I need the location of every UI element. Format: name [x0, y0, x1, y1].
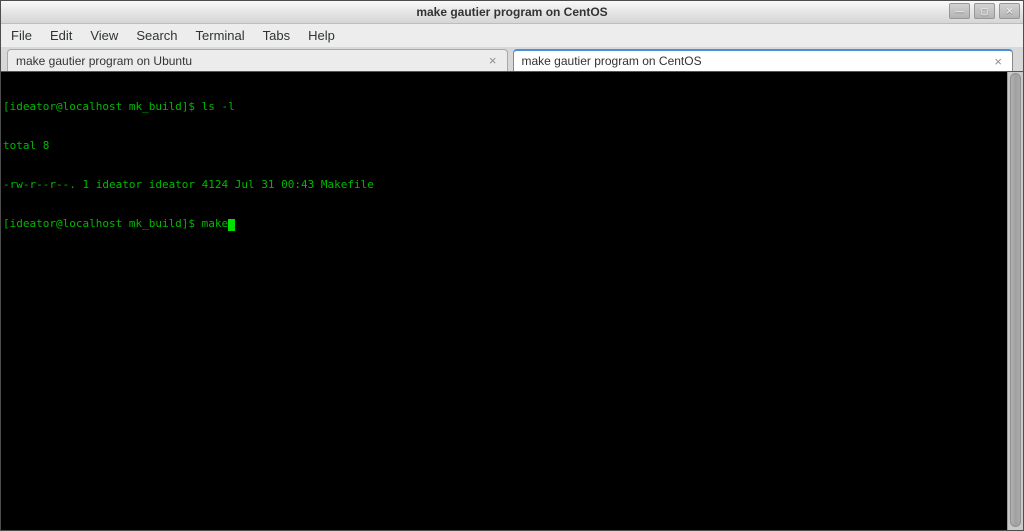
title-bar: make gautier program on CentOS — ▢ ✕ — [1, 1, 1023, 24]
close-icon: ✕ — [1005, 5, 1014, 16]
terminal-line: total 8 — [3, 139, 50, 152]
terminal-line: -rw-r--r--. 1 ideator ideator 4124 Jul 3… — [3, 178, 374, 191]
terminal-cursor — [228, 219, 236, 231]
menu-file[interactable]: File — [2, 25, 41, 46]
terminal-prompt-line: [ideator@localhost mk_build]$ make — [3, 217, 229, 230]
minimize-icon: — — [955, 5, 964, 16]
terminal-line: [ideator@localhost mk_build]$ make — [3, 217, 1005, 231]
terminal-screen[interactable]: [ideator@localhost mk_build]$ ls -l tota… — [1, 71, 1023, 530]
tab-ubuntu[interactable]: make gautier program on Ubuntu × — [7, 49, 508, 71]
maximize-icon: ▢ — [980, 5, 989, 16]
menu-terminal[interactable]: Terminal — [187, 25, 254, 46]
tab-ubuntu-label: make gautier program on Ubuntu — [16, 53, 193, 68]
menu-search[interactable]: Search — [127, 25, 186, 46]
tab-centos-close-icon[interactable]: × — [992, 55, 1004, 68]
minimize-button[interactable]: — — [949, 3, 970, 19]
terminal-output: [ideator@localhost mk_build]$ ls -l tota… — [3, 74, 1005, 256]
tab-ubuntu-close-icon[interactable]: × — [487, 54, 499, 67]
tab-centos-label: make gautier program on CentOS — [521, 54, 702, 68]
tab-bar: make gautier program on Ubuntu × make ga… — [1, 47, 1023, 71]
close-button[interactable]: ✕ — [999, 3, 1020, 19]
menu-view[interactable]: View — [81, 25, 127, 46]
menu-bar: File Edit View Search Terminal Tabs Help — [1, 24, 1023, 47]
window-title: make gautier program on CentOS — [416, 5, 608, 19]
terminal-scrollbar[interactable] — [1007, 72, 1023, 530]
menu-tabs[interactable]: Tabs — [254, 25, 299, 46]
maximize-button[interactable]: ▢ — [974, 3, 995, 19]
scrollbar-thumb[interactable] — [1010, 73, 1021, 527]
menu-edit[interactable]: Edit — [41, 25, 81, 46]
terminal-window: make gautier program on CentOS — ▢ ✕ Fil… — [0, 0, 1024, 531]
terminal-line: [ideator@localhost mk_build]$ ls -l — [3, 100, 235, 113]
window-controls: — ▢ ✕ — [949, 3, 1020, 19]
tab-centos[interactable]: make gautier program on CentOS × — [512, 49, 1013, 71]
menu-help[interactable]: Help — [299, 25, 344, 46]
